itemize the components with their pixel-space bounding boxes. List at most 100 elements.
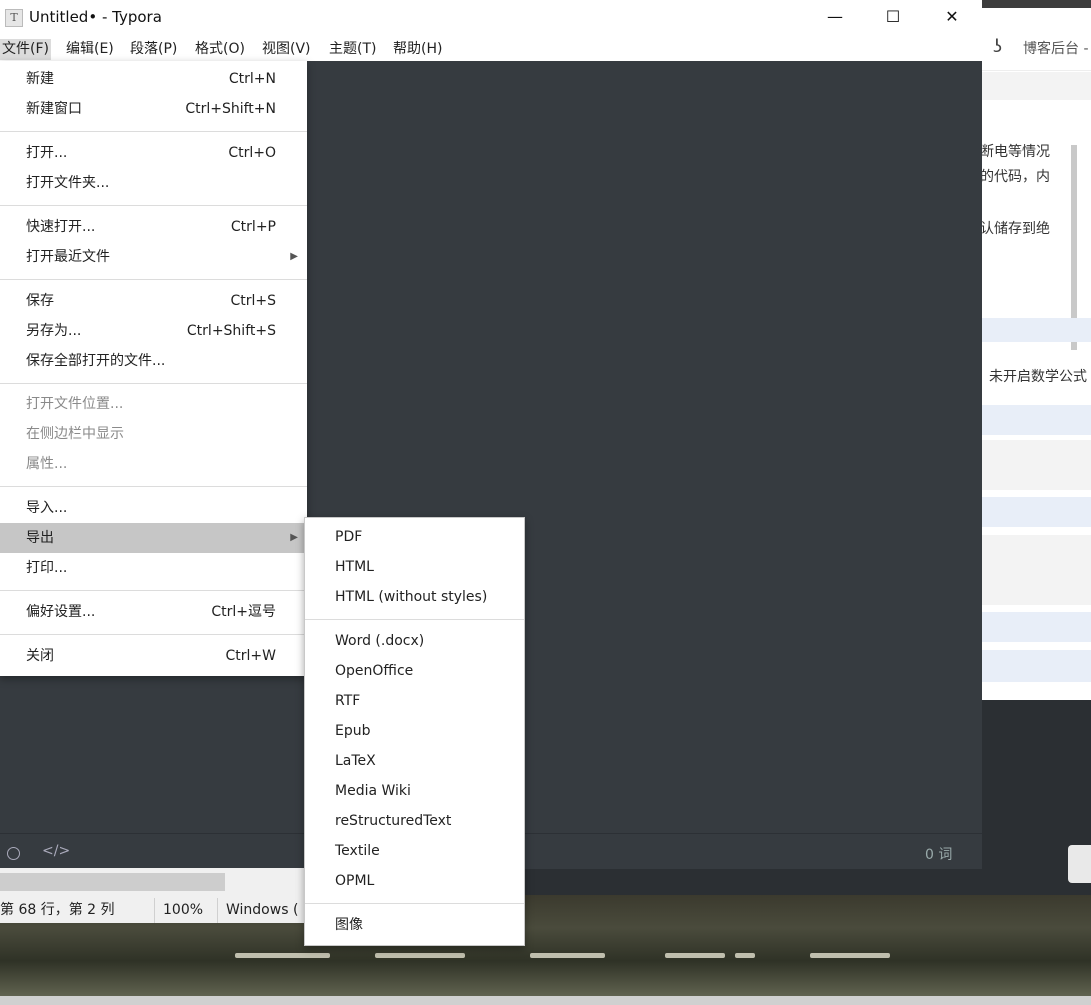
file-menu: 新建 Ctrl+N 新建窗口 Ctrl+Shift+N 打开... Ctrl+O 打开文件夹…	[0, 61, 307, 676]
source-code-mode-icon[interactable]: </>	[42, 843, 70, 859]
export-menu-item[interactable]: OPML	[305, 866, 524, 896]
menu-item-shortcut: Ctrl+O	[228, 145, 276, 161]
export-menu-item[interactable]: 图像	[305, 910, 524, 940]
background-decoration	[665, 953, 725, 958]
menu-separator	[0, 634, 307, 635]
maximize-button[interactable]: ☐	[864, 0, 922, 34]
menu-item-label: reStructuredText	[335, 813, 452, 829]
export-menu-item[interactable]: OpenOffice	[305, 656, 524, 686]
export-menu-item[interactable]: Epub	[305, 716, 524, 746]
menu-item-label: 打开...	[26, 145, 68, 161]
menu-theme[interactable]: 主题(T)	[327, 39, 378, 60]
cursor-position: 第 68 行，第 2 列	[0, 902, 115, 918]
word-count[interactable]: 0 词	[925, 844, 952, 864]
file-menu-item[interactable]: 关闭 Ctrl+W	[0, 641, 307, 671]
menu-item-label: 偏好设置...	[26, 604, 96, 620]
background-decoration	[235, 953, 330, 958]
menu-item-label: OpenOffice	[335, 663, 414, 679]
browser-header: ʖ 博客后台 -	[975, 8, 1091, 71]
file-menu-item[interactable]: 偏好设置... Ctrl+逗号	[0, 597, 307, 627]
export-menu-item[interactable]: Textile	[305, 836, 524, 866]
typora-app-icon: T	[5, 9, 23, 27]
menu-item-shortcut: Ctrl+W	[225, 648, 276, 664]
file-menu-item[interactable]: 保存 Ctrl+S	[0, 286, 307, 316]
menu-item-label: HTML (without styles)	[335, 589, 488, 605]
menu-item-label: 另存为...	[26, 323, 82, 339]
export-menu-item[interactable]: Word (.docx)	[305, 626, 524, 656]
export-menu-item[interactable]: HTML (without styles)	[305, 582, 524, 612]
file-menu-item[interactable]: 打开... Ctrl+O	[0, 138, 307, 168]
browser-toolbar	[975, 72, 1091, 100]
file-menu-item: 属性...	[0, 449, 307, 479]
menu-paragraph[interactable]: 段落(P)	[128, 39, 179, 60]
file-menu-item[interactable]: 导入...	[0, 493, 307, 523]
file-menu-item[interactable]: 打开文件夹...	[0, 168, 307, 198]
sidebar-toggle-icon[interactable]	[7, 847, 20, 860]
export-menu-item[interactable]: LaTeX	[305, 746, 524, 776]
blog-admin-link[interactable]: 博客后台 -	[1023, 38, 1089, 58]
file-menu-item[interactable]: 另存为... Ctrl+Shift+S	[0, 316, 307, 346]
file-menu-item[interactable]: 新建窗口 Ctrl+Shift+N	[0, 94, 307, 124]
menu-separator	[0, 590, 307, 591]
menu-item-label: 快速打开...	[26, 219, 96, 235]
browser-topbar	[975, 0, 1091, 8]
menu-item-label: 保存	[26, 293, 54, 309]
content-block	[975, 440, 1091, 490]
menu-format[interactable]: 格式(O)	[193, 39, 247, 60]
file-menu-item[interactable]: 导出 ▶	[0, 523, 307, 553]
status-bar: 第 68 行，第 2 列 100% Windows (	[0, 868, 305, 923]
file-menu-item[interactable]: 快速打开... Ctrl+P	[0, 212, 307, 242]
menu-item-shortcut: Ctrl+P	[230, 219, 276, 235]
highlight-band	[975, 650, 1091, 682]
file-menu-item[interactable]: 保存全部打开的文件...	[0, 346, 307, 376]
menu-item-label: LaTeX	[335, 753, 376, 769]
menu-item-label: HTML	[335, 559, 374, 575]
export-menu-item[interactable]: RTF	[305, 686, 524, 716]
export-submenu: PDF HTML HTML (without styles) Word (.docx)…	[304, 517, 525, 946]
line-ending: Windows (	[217, 898, 298, 923]
article-text: 。未开启数学公式	[975, 369, 1087, 385]
menu-item-label: 打开文件位置...	[26, 396, 124, 412]
menu-item-label: 在侧边栏中显示	[26, 426, 124, 442]
file-menu-item[interactable]: 打开最近文件 ▶	[0, 242, 307, 272]
menu-bar: 文件(F) 编辑(E) 段落(P) 格式(O) 视图(V) 主题(T) 帮助(H…	[0, 36, 982, 61]
file-menu-item[interactable]: 打印...	[0, 553, 307, 583]
menu-item-shortcut: Ctrl+S	[230, 293, 276, 309]
title-bar: T Untitled• - Typora — ☐ ✕	[0, 0, 982, 36]
close-button[interactable]: ✕	[923, 0, 981, 34]
menu-item-label: 打印...	[26, 560, 68, 576]
menu-item-label: Word (.docx)	[335, 633, 425, 649]
menu-help[interactable]: 帮助(H)	[391, 39, 444, 60]
menu-edit[interactable]: 编辑(E)	[64, 39, 116, 60]
background-decoration	[375, 953, 465, 958]
menu-item-shortcut: Ctrl+N	[228, 71, 276, 87]
export-menu-item[interactable]: HTML	[305, 552, 524, 582]
file-menu-item: 在侧边栏中显示	[0, 419, 307, 449]
file-menu-item: 打开文件位置...	[0, 389, 307, 419]
menu-separator	[0, 279, 307, 280]
menu-view[interactable]: 视图(V)	[260, 39, 313, 60]
menu-item-label: RTF	[335, 693, 361, 709]
menu-item-shortcut: Ctrl+Shift+S	[186, 323, 276, 339]
background-browser-window[interactable]: ʖ 博客后台 - 断电等情况 的代码，内 认储存到绝 。未开启数学公式	[975, 0, 1091, 700]
menu-item-label: 关闭	[26, 648, 54, 664]
menu-separator	[305, 903, 524, 904]
menu-file[interactable]: 文件(F)	[0, 39, 51, 60]
export-menu-item[interactable]: Media Wiki	[305, 776, 524, 806]
menu-item-label: 保存全部打开的文件...	[26, 353, 166, 369]
file-menu-item[interactable]: 新建 Ctrl+N	[0, 64, 307, 94]
export-menu-item[interactable]: PDF	[305, 522, 524, 552]
menu-separator	[0, 486, 307, 487]
horizontal-scrollbar[interactable]	[0, 873, 225, 891]
menu-item-label: 打开文件夹...	[26, 175, 110, 191]
taskbar-strip	[0, 996, 1091, 1005]
menu-item-label: 导入...	[26, 500, 68, 516]
highlight-band	[975, 405, 1091, 435]
content-block	[975, 535, 1091, 605]
export-menu-item[interactable]: reStructuredText	[305, 806, 524, 836]
submenu-arrow-icon: ▶	[290, 532, 298, 543]
minimize-button[interactable]: —	[806, 0, 864, 34]
menu-separator	[0, 131, 307, 132]
menu-item-label: 导出	[26, 530, 54, 546]
side-float-button[interactable]	[1068, 845, 1091, 883]
